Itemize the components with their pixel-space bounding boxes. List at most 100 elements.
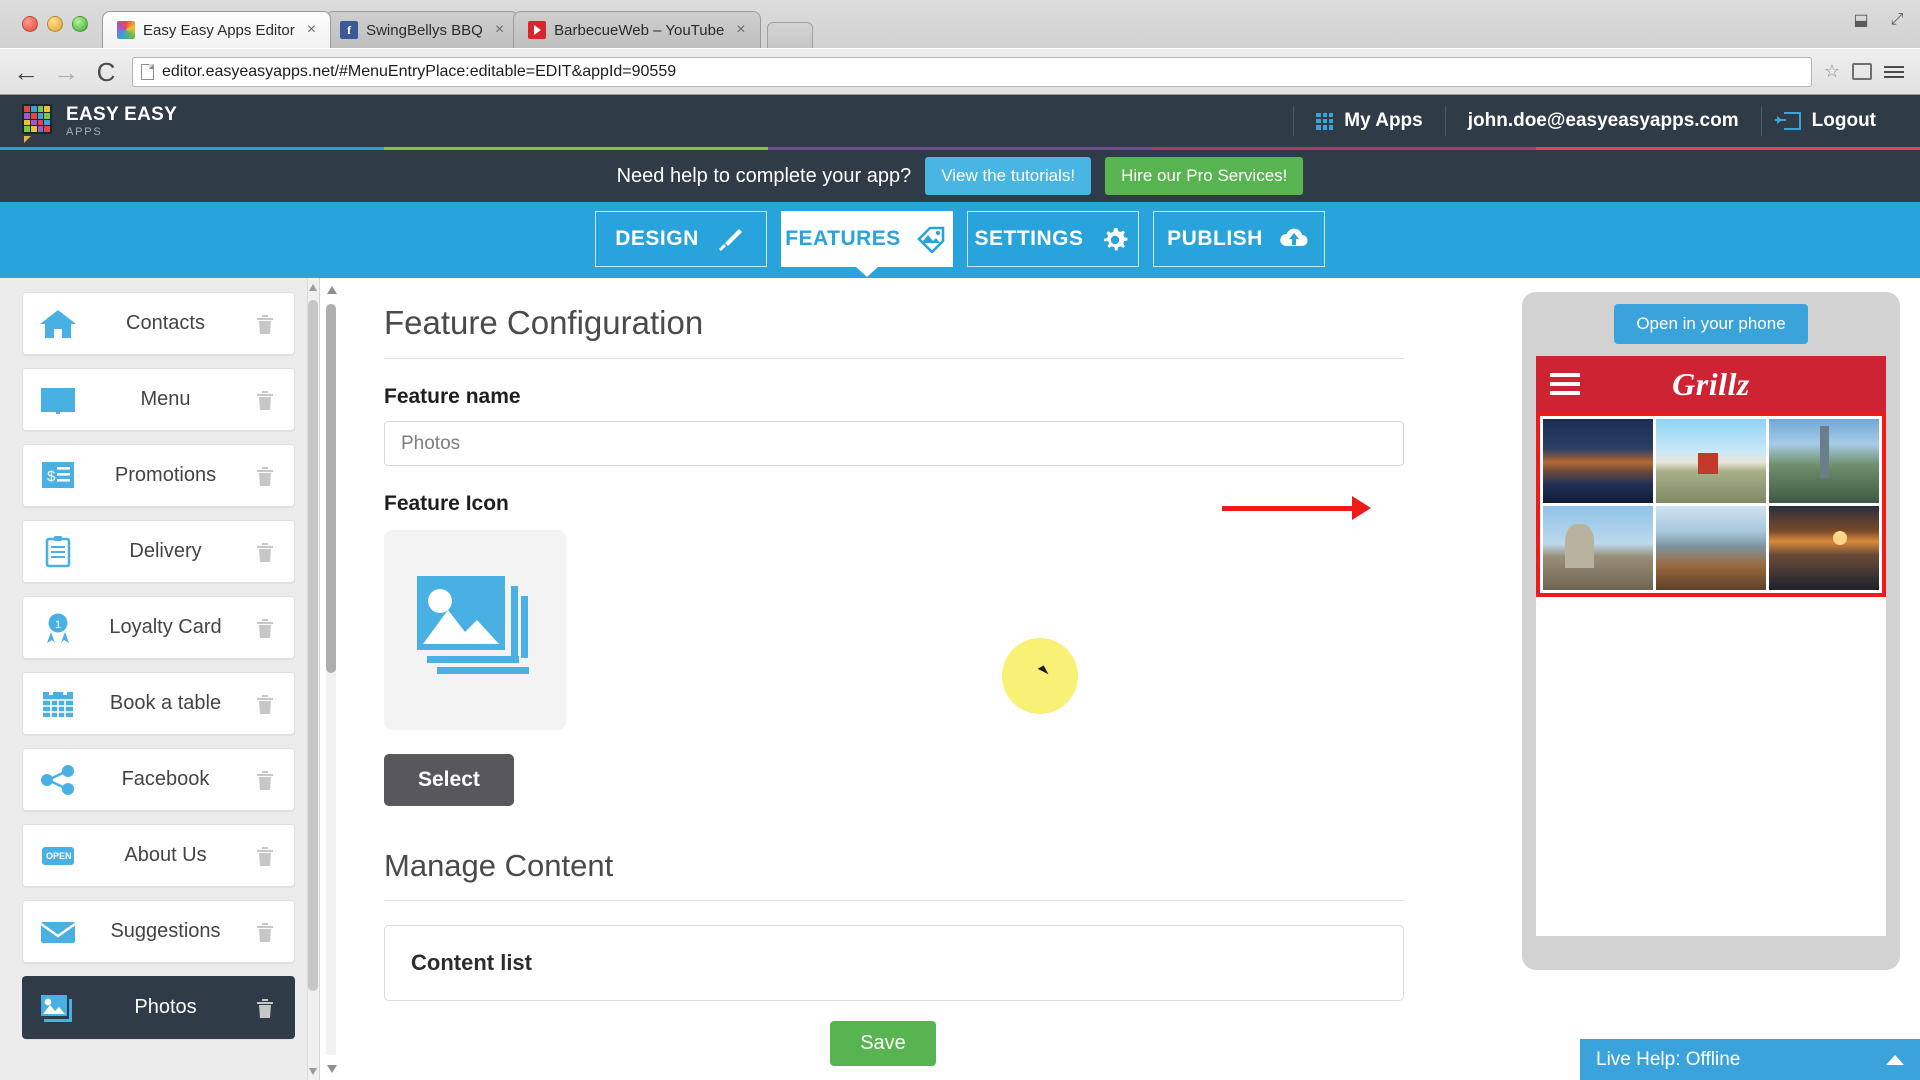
sidebar-item-label: Suggestions [110,920,221,942]
minimize-window-button[interactable] [47,16,63,32]
forward-arrow-icon[interactable]: → [52,59,80,85]
photo-thumbnail[interactable] [1769,506,1879,590]
photo-stack-icon [417,576,529,674]
home-icon [35,307,81,341]
chevron-up-icon[interactable] [1886,1055,1904,1065]
sidebar-item-delivery[interactable]: Delivery [22,520,295,583]
sidebar-item-contacts[interactable]: Contacts [22,292,295,355]
trash-icon[interactable] [250,616,280,640]
page-title: Feature Configuration [384,304,1404,359]
back-arrow-icon[interactable]: ← [12,59,40,85]
app-logo[interactable]: EASY EASY APPS [22,103,178,143]
logo-title: EASY EASY [66,103,178,125]
window-traffic-lights[interactable] [12,0,102,48]
browser-tabstrip: Easy Easy Apps Editor × f SwingBellys BB… [0,0,1920,48]
tag-photo-icon [915,224,949,254]
maximize-window-button[interactable] [72,16,88,32]
photo-gallery-grid[interactable] [1536,412,1886,597]
close-tab-icon[interactable]: × [732,21,749,39]
cloud-upload-icon [1277,224,1311,254]
tab-publish-label: PUBLISH [1167,227,1263,250]
my-apps-button[interactable]: My Apps [1293,106,1444,136]
sidebar-item-label: Contacts [126,312,205,334]
sidebar-item-promotions[interactable]: $ Promotions [22,444,295,507]
cursor-highlight [1002,638,1078,714]
phone-preview-pane: Open in your phone Grillz Live Help: Off… [1502,278,1920,1080]
sidebar-item-photos[interactable]: Photos [22,976,295,1039]
tab-settings-label: SETTINGS [974,227,1084,250]
trash-icon[interactable] [250,844,280,868]
browser-tab-1[interactable]: f SwingBellys BBQ × [325,11,520,48]
tab-design[interactable]: DESIGN [595,211,767,267]
fullscreen-icon[interactable]: ⤢ [1884,8,1910,32]
live-help-label: Live Help: Offline [1596,1049,1741,1070]
scroll-up-arrow-icon[interactable] [309,284,317,291]
photo-thumbnail[interactable] [1543,419,1653,503]
sidebar-scrollbar[interactable] [307,278,319,1080]
trash-icon[interactable] [250,464,280,488]
sidebar-scroll-thumb[interactable] [308,300,318,991]
user-account[interactable]: john.doe@easyeasyapps.com [1444,106,1761,136]
tab-design-label: DESIGN [615,227,699,250]
close-tab-icon[interactable]: × [303,21,320,39]
close-tab-icon[interactable]: × [491,21,508,39]
hamburger-menu-icon[interactable] [1884,65,1904,78]
logout-button[interactable]: Logout [1760,106,1898,136]
manage-content-title: Manage Content [384,848,1404,901]
star-icon[interactable]: ☆ [1824,61,1840,82]
open-in-your-phone-button[interactable]: Open in your phone [1614,304,1808,344]
tab-features[interactable]: FEATURES [781,211,953,267]
scroll-up-arrow-icon[interactable] [327,286,337,294]
trash-icon[interactable] [250,996,280,1020]
feature-icon-preview[interactable] [384,530,566,730]
sidebar-item-about-us[interactable]: OPEN About Us [22,824,295,887]
photo-thumbnail[interactable] [1656,419,1766,503]
downloads-icon[interactable]: ⬓ [1848,8,1874,32]
browser-tab-2[interactable]: BarbecueWeb – YouTube × [513,11,761,48]
sidebar-item-label: Promotions [114,464,217,486]
url-bar[interactable]: editor.easyeasyapps.net/#MenuEntryPlace:… [132,56,1812,87]
sidebar-item-menu[interactable]: Menu [22,368,295,431]
browser-tab-0[interactable]: Easy Easy Apps Editor × [102,11,332,48]
reload-icon[interactable]: C [92,59,120,85]
trash-icon[interactable] [250,768,280,792]
app-topbar: Grillz [1536,356,1886,412]
hire-pro-services-button[interactable]: Hire our Pro Services! [1105,157,1304,195]
save-button[interactable]: Save [830,1020,936,1066]
trash-icon[interactable] [250,388,280,412]
main-scrollbar[interactable] [320,278,342,1080]
sidebar-item-label: Photos [134,996,197,1018]
photo-thumbnail[interactable] [1543,506,1653,590]
view-tutorials-button[interactable]: View the tutorials! [925,157,1092,195]
photo-thumbnail[interactable] [1656,506,1766,590]
scroll-down-arrow-icon[interactable] [309,1068,317,1075]
select-icon-button[interactable]: Select [384,754,514,806]
feature-name-input[interactable] [384,421,1404,466]
trash-icon[interactable] [250,920,280,944]
live-help-bar[interactable]: Live Help: Offline [1580,1039,1920,1080]
sidebar-item-book-a-table[interactable]: Book a table [22,672,295,735]
open-sign-icon: OPEN [35,839,81,873]
youtube-favicon [528,21,547,39]
trash-icon[interactable] [250,312,280,336]
new-tab-button[interactable] [766,22,813,48]
hamburger-menu-icon[interactable] [1550,373,1580,395]
window-controls: ⬓ ⤢ [1848,8,1910,32]
trash-icon[interactable] [250,540,280,564]
main-scroll-thumb[interactable] [326,304,336,674]
close-window-button[interactable] [22,16,38,32]
sidebar-item-facebook[interactable]: Facebook [22,748,295,811]
tab-settings[interactable]: SETTINGS [967,211,1139,267]
trash-icon[interactable] [250,692,280,716]
browser-chrome: Easy Easy Apps Editor × f SwingBellys BB… [0,0,1920,95]
tab-features-label: FEATURES [785,227,901,250]
sidebar-item-loyalty-card[interactable]: 1 Loyalty Card [22,596,295,659]
tab-publish[interactable]: PUBLISH [1153,211,1325,267]
feature-name-label: Feature name [384,385,521,408]
cast-icon[interactable] [1852,63,1872,80]
photo-thumbnail[interactable] [1769,419,1879,503]
scroll-down-arrow-icon[interactable] [327,1065,337,1073]
sidebar-item-suggestions[interactable]: Suggestions [22,900,295,963]
sidebar-item-label: Book a table [109,692,222,714]
features-sidebar: Contacts Menu $ Promotions Delivery 1 Lo… [0,278,320,1080]
